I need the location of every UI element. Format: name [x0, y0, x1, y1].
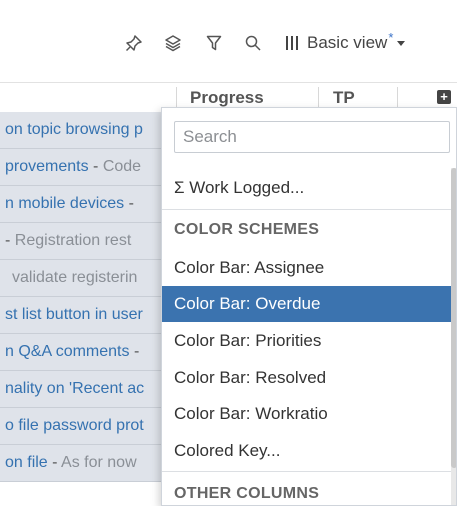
- search-input[interactable]: [174, 121, 450, 153]
- menu-item-colored-key[interactable]: Colored Key...: [162, 433, 451, 469]
- layers-icon[interactable]: [163, 33, 183, 53]
- table-row[interactable]: st list button in user: [0, 297, 175, 334]
- table-row[interactable]: on topic browsing p: [0, 112, 175, 149]
- view-selector-button[interactable]: Basic view *: [286, 29, 406, 55]
- table-row[interactable]: provements - Code: [0, 149, 175, 186]
- menu-item-color-bar-workratio[interactable]: Color Bar: Workratio: [162, 396, 451, 432]
- menu-item-work-logged[interactable]: Σ Work Logged...: [162, 170, 451, 206]
- filter-icon[interactable]: [204, 33, 224, 53]
- column-divider: [397, 87, 398, 109]
- menu-item-color-bar-priorities[interactable]: Color Bar: Priorities: [162, 323, 451, 359]
- section-heading-color-schemes: COLOR SCHEMES: [174, 221, 320, 238]
- column-divider: [176, 87, 177, 109]
- section-heading-other-columns: OTHER COLUMNS: [174, 485, 320, 502]
- menu-item-color-bar-overdue[interactable]: Color Bar: Overdue: [162, 286, 451, 322]
- table-row[interactable]: n Q&A comments -: [0, 334, 175, 371]
- view-label: Basic view: [307, 33, 388, 52]
- table-row[interactable]: - Registration rest: [0, 223, 175, 260]
- menu-item-color-bar-resolved[interactable]: Color Bar: Resolved: [162, 360, 451, 396]
- table-row[interactable]: on file - As for now: [0, 445, 175, 482]
- divider: [162, 209, 451, 210]
- columns-icon: [286, 36, 298, 50]
- table-row[interactable]: validate registerin: [0, 260, 175, 297]
- table-row[interactable]: n mobile devices -: [0, 186, 175, 223]
- column-picker-dropdown: Σ Work Logged... COLOR SCHEMES Color Bar…: [161, 107, 457, 506]
- scrollbar-thumb[interactable]: [451, 168, 456, 468]
- scrollbar[interactable]: [451, 168, 456, 505]
- search-icon[interactable]: [243, 33, 263, 53]
- table-row[interactable]: o file password prot: [0, 408, 175, 445]
- issue-list: on topic browsing p provements - Code n …: [0, 112, 175, 506]
- column-divider: [318, 87, 319, 109]
- pin-icon[interactable]: [124, 33, 144, 53]
- divider: [162, 471, 451, 472]
- chevron-down-icon: [397, 40, 406, 46]
- menu-item-color-bar-assignee[interactable]: Color Bar: Assignee: [162, 250, 451, 286]
- view-modified-marker: *: [388, 29, 394, 45]
- add-column-icon[interactable]: +: [437, 90, 451, 104]
- table-row[interactable]: nality on 'Recent ac: [0, 371, 175, 408]
- toolbar: Basic view *: [0, 0, 457, 82]
